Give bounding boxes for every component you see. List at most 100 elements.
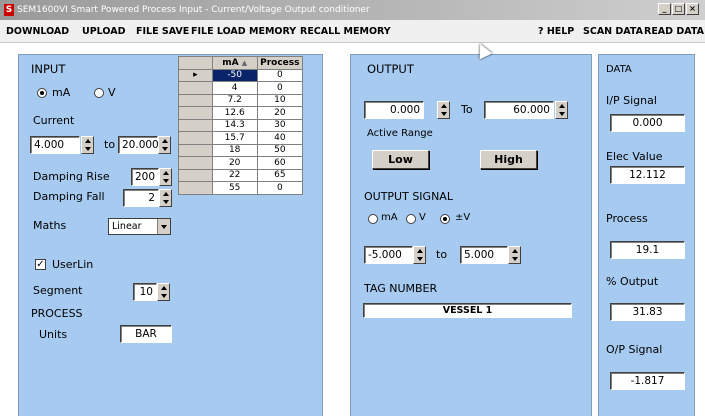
- signal-from-spinner[interactable]: [413, 246, 426, 264]
- maths-label: Maths: [33, 219, 67, 232]
- menu-download[interactable]: DOWNLOAD: [6, 26, 69, 37]
- output-range-from-spinner[interactable]: [437, 101, 450, 119]
- output-radio-ma[interactable]: [368, 214, 378, 224]
- table-cell[interactable]: 20: [256, 106, 304, 120]
- table-row[interactable]: 18 50: [178, 143, 304, 157]
- output-range-to-spinner[interactable]: [555, 101, 568, 119]
- signal-to-field[interactable]: 5.000: [460, 246, 508, 264]
- table-cell[interactable]: -50: [211, 68, 258, 82]
- table-cell[interactable]: 4: [211, 81, 258, 95]
- table-cell[interactable]: 10: [256, 93, 304, 107]
- table-cell[interactable]: 55: [211, 181, 258, 195]
- current-to-spinner[interactable]: [158, 136, 171, 154]
- row-header[interactable]: [178, 156, 213, 170]
- op-signal-value: -1.817: [610, 372, 685, 390]
- table-cell[interactable]: 30: [256, 118, 304, 132]
- current-from-field[interactable]: 4.000: [30, 136, 80, 154]
- signal-from-field[interactable]: -5.000: [364, 246, 413, 264]
- units-field[interactable]: BAR: [120, 325, 172, 343]
- current-to-field[interactable]: 20.000: [118, 136, 159, 154]
- output-signal-heading: OUTPUT SIGNAL: [364, 190, 453, 203]
- output-radio-v[interactable]: [406, 214, 416, 224]
- table-row[interactable]: 7.2 10: [178, 93, 304, 107]
- table-cell[interactable]: 65: [256, 168, 304, 182]
- menu-read-data[interactable]: READ DATA: [644, 26, 704, 37]
- menu-file-load[interactable]: FILE LOAD: [191, 26, 246, 37]
- table-row[interactable]: 40: [178, 81, 304, 95]
- row-header[interactable]: [178, 118, 213, 132]
- row-header[interactable]: [178, 143, 213, 157]
- table-cell[interactable]: 50: [256, 143, 304, 157]
- row-header[interactable]: [178, 131, 213, 145]
- table-cell[interactable]: 40: [256, 131, 304, 145]
- table-cell[interactable]: 18: [211, 143, 258, 157]
- row-header[interactable]: [178, 181, 213, 195]
- sort-up-icon: ▲: [241, 58, 248, 67]
- minimize-button[interactable]: _: [658, 3, 671, 15]
- row-header[interactable]: [178, 168, 213, 182]
- damping-fall-label: Damping Fall: [33, 190, 105, 203]
- table-row[interactable]: 55 0: [178, 181, 304, 195]
- output-range-to-field[interactable]: 60.000: [484, 101, 554, 119]
- chevron-down-icon[interactable]: [157, 219, 170, 234]
- userlin-checkbox[interactable]: ✓: [35, 259, 46, 270]
- maths-select[interactable]: Linear: [108, 218, 171, 235]
- damping-fall-spinner[interactable]: [159, 189, 172, 207]
- row-header[interactable]: [178, 81, 213, 95]
- output-range-to-label: To: [461, 103, 473, 116]
- close-button[interactable]: ×: [686, 3, 699, 15]
- menu-recall-memory[interactable]: RECALL MEMORY: [300, 26, 391, 37]
- column-header-ma[interactable]: mA ▲: [211, 56, 258, 70]
- row-selector-icon[interactable]: ▸: [178, 68, 213, 82]
- high-button[interactable]: High: [480, 150, 537, 169]
- table-cell[interactable]: 0: [256, 81, 304, 95]
- signal-to-spinner[interactable]: [508, 246, 521, 264]
- table-row[interactable]: 12.6 20: [178, 106, 304, 120]
- damping-rise-field[interactable]: 200: [131, 168, 159, 186]
- tag-number-field[interactable]: VESSEL 1: [363, 303, 572, 318]
- menu-upload[interactable]: UPLOAD: [82, 26, 125, 37]
- data-heading: DATA: [606, 64, 632, 75]
- ip-signal-value: 0.000: [610, 114, 685, 132]
- output-heading: OUTPUT: [367, 62, 414, 76]
- table-cell[interactable]: 15.7: [211, 131, 258, 145]
- low-button[interactable]: Low: [372, 150, 429, 169]
- output-range-from-field[interactable]: 0.000: [364, 101, 424, 119]
- table-row[interactable]: 14.3 30: [178, 118, 304, 132]
- table-row[interactable]: ▸ -50 0: [178, 68, 304, 82]
- table-cell[interactable]: 7.2: [211, 93, 258, 107]
- signal-to-label: to: [436, 248, 448, 261]
- table-row[interactable]: 22 65: [178, 168, 304, 182]
- linearisation-table: mA ▲ Process ▸ -50 0 40 7.2 10 12.6 20 14.3 3…: [178, 56, 304, 195]
- damping-fall-field[interactable]: 2: [123, 189, 159, 207]
- menu-help[interactable]: ? HELP: [538, 26, 574, 37]
- menu-file-save[interactable]: FILE SAVE: [136, 26, 189, 37]
- table-cell[interactable]: 14.3: [211, 118, 258, 132]
- segment-spinner[interactable]: [157, 283, 170, 301]
- row-header[interactable]: [178, 106, 213, 120]
- current-from-spinner[interactable]: [81, 136, 94, 154]
- output-radio-pmv[interactable]: [440, 214, 450, 224]
- op-signal-label: O/P Signal: [606, 343, 663, 356]
- table-cell[interactable]: 60: [256, 156, 304, 170]
- maximize-button[interactable]: □: [672, 3, 685, 15]
- segment-field[interactable]: 10: [133, 283, 157, 301]
- table-cell[interactable]: 12.6: [211, 106, 258, 120]
- table-cell[interactable]: 22: [211, 168, 258, 182]
- column-header-process[interactable]: Process: [256, 56, 304, 70]
- damping-rise-spinner[interactable]: [159, 168, 172, 186]
- row-header[interactable]: [178, 93, 213, 107]
- input-radio-ma[interactable]: [37, 88, 47, 98]
- table-row[interactable]: 15.7 40: [178, 131, 304, 145]
- input-radio-v[interactable]: [94, 88, 104, 98]
- table-cell[interactable]: 20: [211, 156, 258, 170]
- menu-memory[interactable]: MEMORY: [249, 26, 296, 37]
- userlin-label: UserLin: [52, 258, 94, 271]
- menu-scan-data[interactable]: SCAN DATA: [583, 26, 643, 37]
- table-cell[interactable]: 0: [256, 68, 304, 82]
- table-row[interactable]: 20 60: [178, 156, 304, 170]
- table-cell[interactable]: 0: [256, 181, 304, 195]
- tag-number-label: TAG NUMBER: [364, 282, 438, 295]
- table-corner: [178, 56, 213, 70]
- active-range-label: Active Range: [367, 128, 433, 139]
